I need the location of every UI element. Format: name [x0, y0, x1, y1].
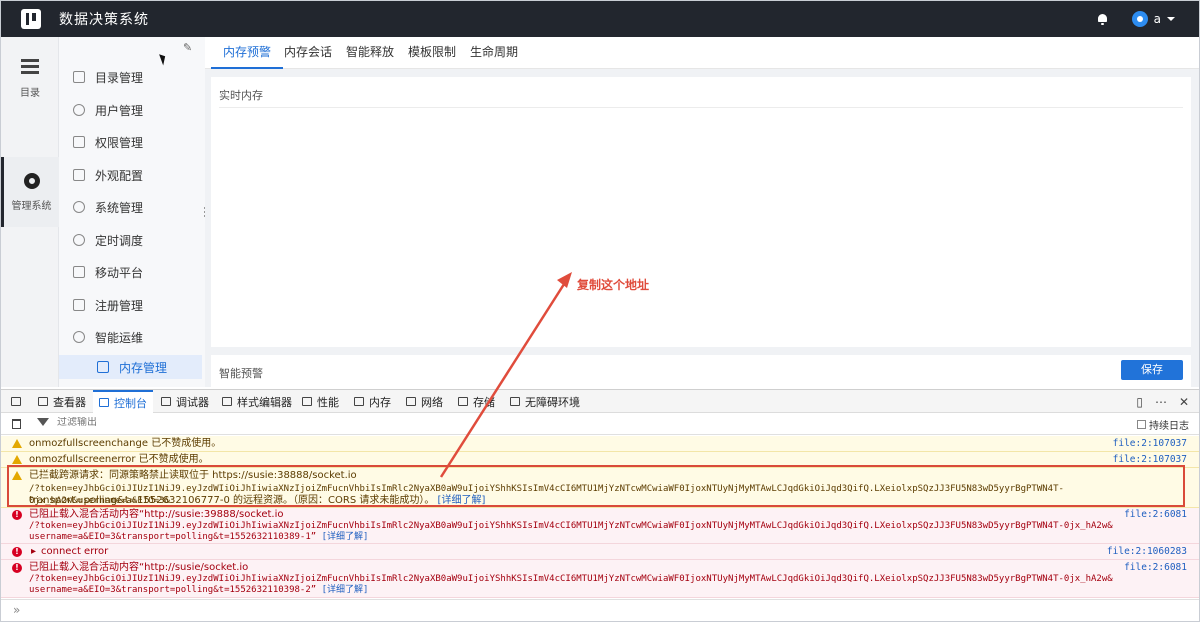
annotation-arrow-head	[557, 272, 572, 288]
browser-window: 数据决策系统 a 目录 管理系统 ✎ 目录管理 用户管理 权限管理 外观配置 系…	[0, 0, 1200, 622]
annotation-label: 复制这个地址	[577, 278, 650, 292]
annotation-arrow	[439, 272, 572, 478]
annotation-arrow-line	[439, 280, 568, 478]
